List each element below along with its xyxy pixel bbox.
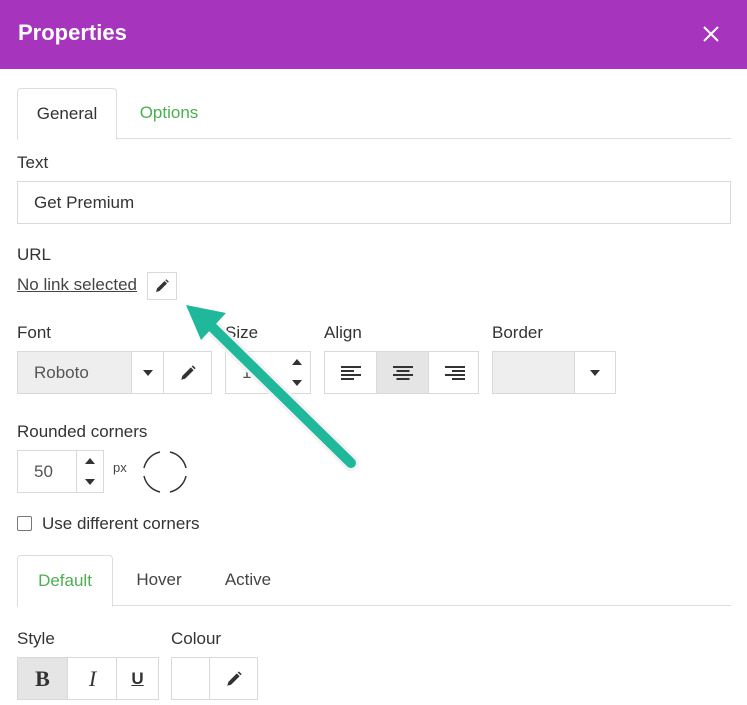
text-input[interactable] — [17, 181, 731, 224]
size-stepper[interactable]: 14 — [225, 351, 311, 394]
align-label: Align — [324, 323, 362, 342]
size-decrement[interactable] — [283, 373, 311, 393]
colour-edit-button[interactable] — [210, 658, 257, 699]
rounded-corners-decrement[interactable] — [76, 472, 104, 492]
border-label: Border — [492, 323, 544, 342]
url-link[interactable]: No link selected — [17, 275, 137, 295]
caret-up-icon — [85, 458, 95, 464]
close-icon — [703, 26, 719, 42]
align-right-button[interactable] — [429, 352, 480, 393]
tab-active[interactable]: Active — [207, 555, 289, 607]
caret-down-icon — [292, 380, 302, 386]
tab-default[interactable]: Default — [17, 555, 113, 607]
size-label: Size — [225, 323, 259, 342]
rounded-corners-value: 50 — [34, 462, 53, 481]
align-button-group — [324, 351, 479, 394]
bold-button[interactable]: B — [18, 658, 67, 699]
caret-down-icon — [142, 369, 153, 376]
align-right-icon — [444, 365, 465, 380]
tab-general[interactable]: General — [17, 88, 117, 140]
size-increment[interactable] — [283, 352, 311, 372]
rounded-corners-increment[interactable] — [76, 451, 104, 471]
colour-label: Colour — [171, 629, 222, 648]
tab-options[interactable]: Options — [123, 88, 215, 140]
font-select[interactable]: Roboto — [17, 351, 212, 394]
font-edit-button[interactable] — [164, 352, 211, 393]
dialog-body: General Options Text URL No link selecte… — [0, 69, 747, 705]
rounded-corners-stepper[interactable]: 50 — [17, 450, 104, 493]
font-label: Font — [17, 323, 52, 342]
close-button[interactable] — [698, 21, 724, 47]
align-center-icon — [392, 365, 413, 380]
italic-button[interactable]: I — [68, 658, 117, 699]
border-select[interactable] — [492, 351, 616, 394]
colour-swatch[interactable] — [172, 658, 209, 699]
main-tabs: General Options — [17, 88, 731, 140]
state-tabs: Default Hover Active — [17, 555, 731, 607]
font-value: Roboto — [18, 352, 131, 393]
dialog-header: Properties — [0, 0, 747, 69]
edit-url-button[interactable] — [147, 272, 177, 300]
colour-picker[interactable] — [171, 657, 258, 700]
pencil-icon — [156, 279, 169, 292]
url-label: URL — [17, 245, 52, 264]
align-left-button[interactable] — [325, 352, 376, 393]
font-dropdown-toggle[interactable] — [132, 352, 163, 393]
style-label: Style — [17, 629, 55, 648]
different-corners-checkbox[interactable] — [17, 516, 32, 531]
tab-hover[interactable]: Hover — [117, 555, 201, 607]
text-label: Text — [17, 153, 49, 172]
align-left-icon — [340, 365, 361, 380]
border-dropdown-toggle[interactable] — [575, 352, 615, 393]
different-corners-label: Use different corners — [42, 514, 200, 533]
dialog-title: Properties — [18, 20, 127, 45]
px-unit-label: px — [113, 460, 127, 475]
caret-down-icon — [590, 369, 600, 376]
caret-up-icon — [292, 359, 302, 365]
align-center-button[interactable] — [377, 352, 428, 393]
caret-down-icon — [85, 479, 95, 485]
style-button-group: B I U — [17, 657, 159, 700]
size-value: 14 — [242, 363, 261, 382]
rounded-corners-icon — [143, 451, 187, 493]
underline-button[interactable]: U — [117, 658, 158, 699]
border-swatch — [493, 352, 574, 393]
pencil-icon — [180, 364, 196, 380]
pencil-icon — [226, 670, 242, 686]
rounded-corners-label: Rounded corners — [17, 422, 148, 441]
